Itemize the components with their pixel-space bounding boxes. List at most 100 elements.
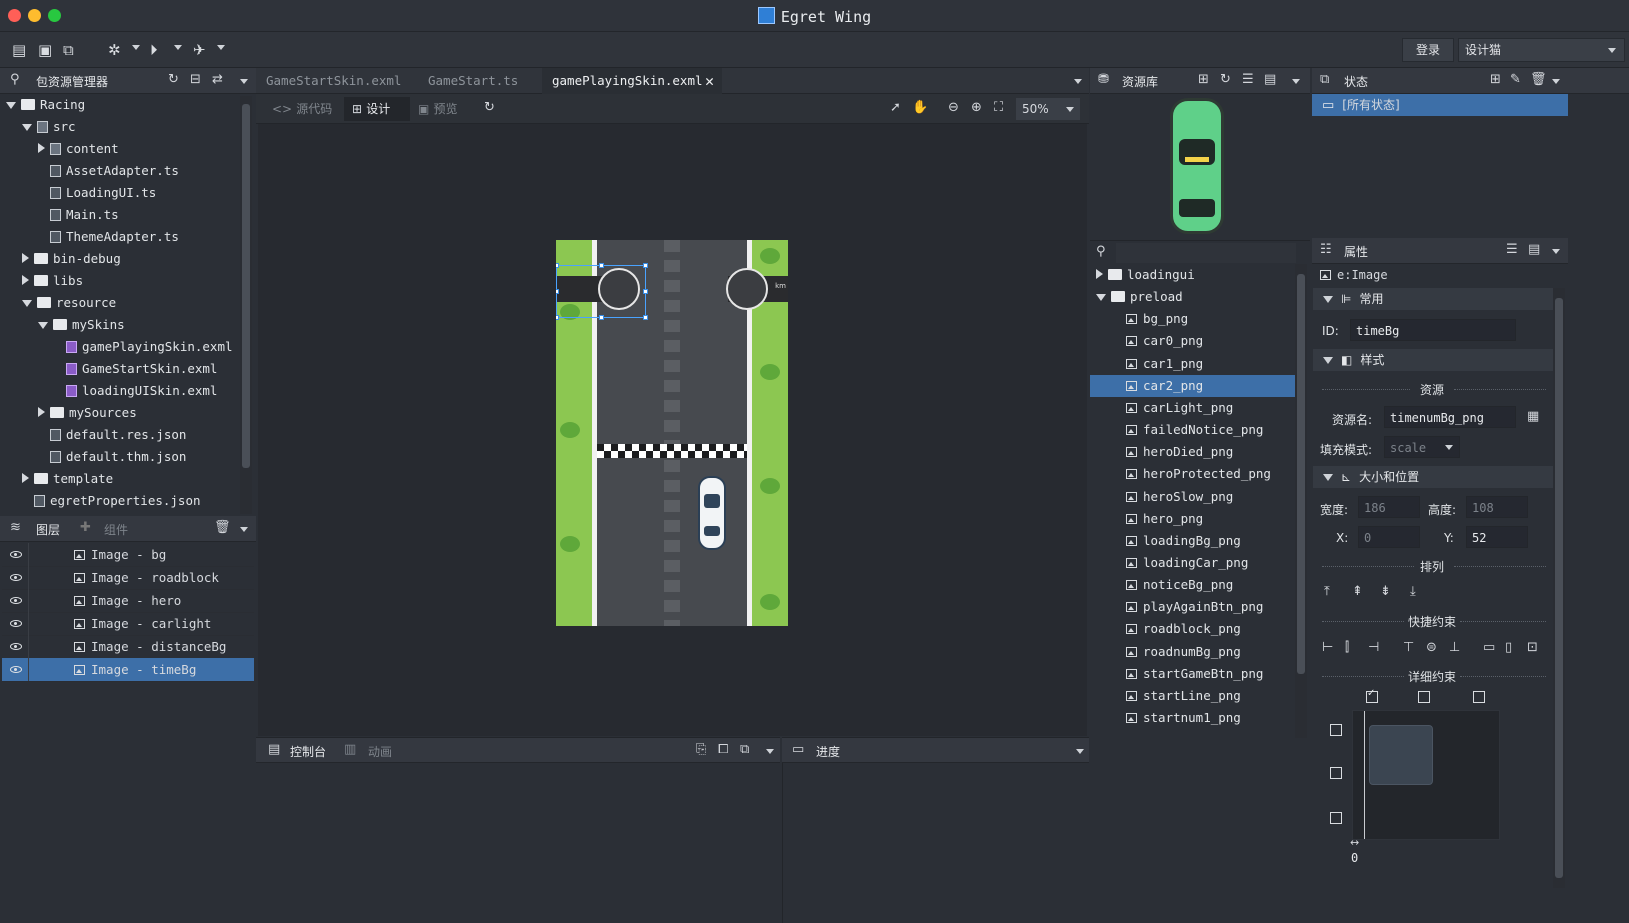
layer-item[interactable]: Image - carlight [2, 612, 254, 636]
restore-panel-icon[interactable]: ⧉ [740, 742, 749, 757]
open-folder-icon[interactable]: ▤ [12, 41, 26, 59]
refresh-icon[interactable]: ↻ [168, 72, 179, 87]
browse-resource-icon[interactable]: ▦ [1527, 409, 1539, 424]
expanded-arrow-icon[interactable] [22, 300, 32, 307]
tree-item[interactable]: Racing [6, 94, 85, 116]
tab-gamestart-ts[interactable]: GameStart.ts [428, 68, 538, 94]
tree-item[interactable]: LoadingUI.ts [38, 182, 156, 204]
collapse-all-icon[interactable]: ⊟ [190, 72, 201, 87]
resource-item[interactable]: car2_png [1090, 374, 1295, 397]
align-top-icon[interactable]: ⊤ [1403, 640, 1414, 655]
resource-item[interactable]: bg_png [1090, 308, 1295, 330]
clear-console-icon[interactable]: ⎘ [696, 742, 706, 757]
resource-search-input[interactable] [1116, 243, 1296, 263]
run-menu-icon[interactable] [174, 45, 182, 50]
tree-item[interactable]: loadingUISkin.exml [54, 380, 217, 402]
layer-item[interactable]: Image - distanceBg [2, 635, 254, 659]
send-backward-icon[interactable]: ⇟ [1380, 584, 1391, 599]
resource-item[interactable]: failedNotice_png [1090, 419, 1295, 441]
send-to-back-icon[interactable]: ⤓ [1410, 584, 1416, 599]
resource-scroll-thumb[interactable] [1297, 274, 1305, 674]
tree-item[interactable]: src [22, 116, 76, 138]
height-input[interactable]: 108 [1466, 496, 1528, 518]
debug-icon[interactable]: ✲ [108, 41, 121, 59]
y-input[interactable]: 52 [1466, 526, 1528, 548]
game-stage[interactable]: km [556, 240, 788, 626]
save-icon[interactable]: ▣ [38, 41, 52, 59]
fill-mode-select[interactable]: scale [1384, 436, 1460, 458]
debug-menu-icon[interactable] [132, 45, 140, 50]
expanded-arrow-icon[interactable] [1096, 294, 1106, 302]
resource-item[interactable]: loadingCar_png [1090, 552, 1295, 574]
constraint-vcenter-checkbox[interactable] [1330, 767, 1342, 779]
resource-item[interactable]: startGameBtn_png [1090, 663, 1295, 685]
user-select[interactable]: 设计猫 [1458, 38, 1625, 62]
publish-menu-icon[interactable] [217, 45, 225, 50]
save-all-icon[interactable]: ⧉ [63, 41, 74, 59]
resize-handle[interactable] [556, 263, 559, 268]
resize-handle[interactable] [556, 315, 559, 320]
section-common[interactable]: ⊫ 常用 [1313, 288, 1553, 310]
constraint-bottom-checkbox[interactable] [1330, 812, 1342, 824]
id-input[interactable]: timeBg [1350, 319, 1516, 341]
add-state-icon[interactable]: ⊞ [1490, 72, 1501, 87]
expanded-arrow-icon[interactable] [22, 124, 32, 131]
mode-design-button[interactable]: ⊞ 设计 [344, 97, 410, 121]
tree-item[interactable]: AssetAdapter.ts [38, 160, 179, 182]
tab-console[interactable]: 控制台 [290, 743, 326, 760]
layer-item[interactable]: Image - roadblock [2, 566, 254, 590]
layer-item[interactable]: Image - timeBg [2, 658, 254, 682]
table-view-icon[interactable]: ▤ [1528, 242, 1540, 257]
fill-height-icon[interactable]: ▯ [1505, 640, 1512, 655]
resource-item[interactable]: roadblock_png [1090, 618, 1295, 640]
resource-item[interactable]: startLine_png [1090, 685, 1295, 707]
tree-item[interactable]: template [22, 468, 113, 490]
tree-item[interactable]: resource [22, 292, 116, 314]
zoom-in-icon[interactable]: ⊕ [971, 100, 982, 115]
constraint-left-checkbox[interactable]: ✓ [1366, 688, 1378, 703]
properties-scroll-thumb[interactable] [1555, 298, 1563, 878]
res-name-input[interactable]: timenumBg_png [1384, 406, 1516, 428]
resource-item[interactable]: preload [1090, 286, 1295, 308]
collapsed-arrow-icon[interactable] [1096, 269, 1103, 279]
section-style[interactable]: ◧ 样式 [1313, 349, 1553, 371]
collapsed-arrow-icon[interactable] [38, 143, 45, 153]
tree-item[interactable]: bin-debug [22, 248, 121, 270]
select-tool-icon[interactable]: ➚ [890, 100, 901, 115]
align-hcenter-icon[interactable]: ⫿ [1345, 640, 1349, 655]
console-menu-icon[interactable] [766, 749, 774, 754]
bring-to-front-icon[interactable]: ⤒ [1324, 584, 1330, 599]
eye-icon[interactable] [10, 597, 22, 604]
tab-animation[interactable]: 动画 [368, 743, 392, 760]
login-button[interactable]: 登录 [1402, 38, 1454, 62]
resize-handle[interactable] [599, 315, 604, 320]
width-input[interactable]: 186 [1358, 496, 1420, 518]
tree-item[interactable]: default.thm.json [38, 446, 186, 468]
tree-item[interactable]: libs [22, 270, 83, 292]
tree-item[interactable]: ThemeAdapter.ts [38, 226, 179, 248]
resource-item[interactable]: heroProtected_png [1090, 463, 1295, 485]
eye-icon[interactable] [10, 666, 22, 673]
x-input[interactable]: 0 [1358, 526, 1420, 548]
eye-icon[interactable] [10, 620, 22, 627]
tree-item[interactable]: default.res.json [38, 424, 186, 446]
tab-gameplayingskin[interactable]: gamePlayingSkin.exml ✕ [542, 68, 722, 94]
tree-item[interactable]: gamePlayingSkin.exml [54, 336, 233, 358]
section-size-position[interactable]: ⊾ 大小和位置 [1313, 466, 1553, 488]
resize-handle[interactable] [643, 289, 648, 294]
layers-menu-icon[interactable] [240, 527, 248, 532]
eye-icon[interactable] [10, 551, 22, 558]
detail-view-icon[interactable]: ▤ [1264, 72, 1276, 87]
tree-item[interactable]: mySkins [38, 314, 125, 336]
resource-item[interactable]: startnum1_png [1090, 707, 1295, 729]
tab-components[interactable]: 组件 [104, 521, 128, 538]
properties-menu-icon[interactable] [1552, 249, 1560, 254]
layer-item[interactable]: Image - hero [2, 589, 254, 613]
resize-handle[interactable] [643, 315, 648, 320]
sort-icon[interactable]: ☰ [1506, 242, 1518, 257]
align-bottom-icon[interactable]: ⊥ [1449, 640, 1460, 655]
explorer-scroll-thumb[interactable] [242, 104, 250, 468]
states-menu-icon[interactable] [1552, 79, 1560, 84]
resource-item[interactable]: heroSlow_png [1090, 486, 1295, 508]
constraint-top-checkbox[interactable] [1330, 724, 1342, 736]
